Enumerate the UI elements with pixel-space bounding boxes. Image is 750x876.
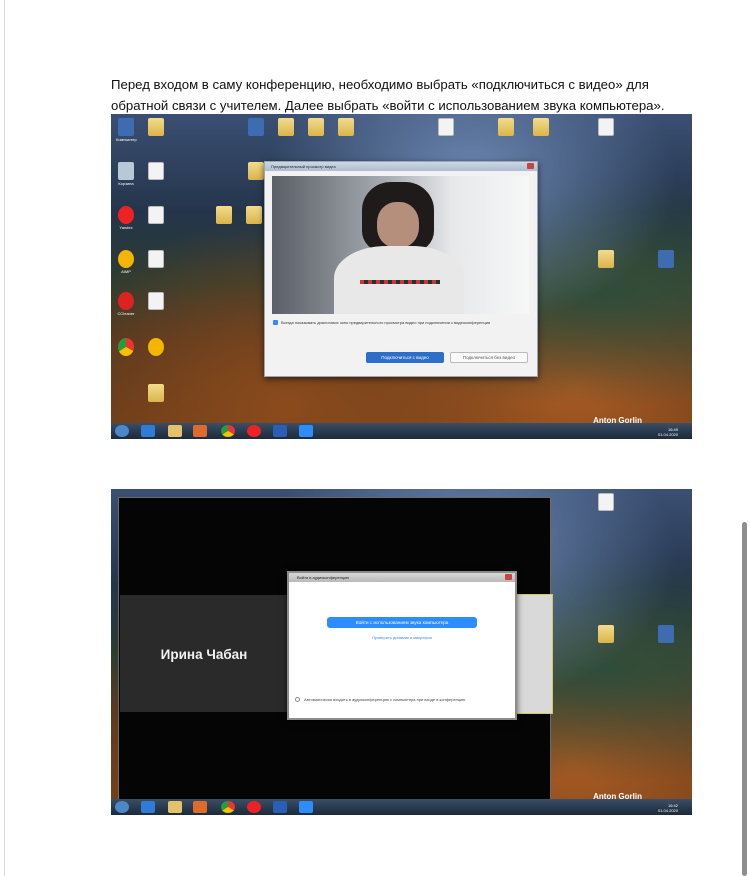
document-file-icon[interactable] [146, 250, 166, 268]
auto-join-audio-checkbox[interactable]: Автоматически входить в аудиоконференцию… [295, 697, 509, 702]
screenshot-audio-join: Ирина Чабан Войти в аудиоконференцию Вой… [111, 489, 692, 815]
folder-icon[interactable] [496, 118, 516, 136]
zoom-icon[interactable] [299, 801, 313, 813]
aimp-player-icon[interactable]: AIMP [116, 250, 136, 274]
ie-icon[interactable] [141, 801, 155, 813]
app-icon[interactable] [656, 625, 676, 643]
word-icon[interactable] [273, 425, 287, 437]
folder-icon[interactable] [306, 118, 326, 136]
start-button[interactable] [115, 801, 129, 813]
system-clock[interactable]: 16:42 01.04.2020 [658, 803, 678, 813]
video-preview-window: Предварительный просмотр видео Всегда по… [264, 161, 538, 377]
vertical-scrollbar-thumb[interactable] [742, 522, 747, 876]
screenshot-video-preview: Компьютер Корзина Yandex AIMP CCleaner П… [111, 114, 692, 439]
system-clock[interactable]: 16:49 01.04.2020 [658, 427, 678, 437]
participant-video-tile: Ирина Чабан [120, 595, 288, 712]
zoom-icon[interactable] [299, 425, 313, 437]
close-icon[interactable] [505, 574, 512, 580]
spreadsheet-file-icon[interactable] [436, 118, 456, 136]
folder-icon[interactable] [146, 118, 166, 136]
document-file-icon[interactable] [596, 250, 616, 268]
chrome-icon[interactable] [116, 338, 136, 356]
yandex-browser-icon[interactable]: Yandex [116, 206, 136, 230]
instruction-paragraph: Перед входом в саму конференцию, необход… [111, 77, 665, 114]
webcam-preview [272, 176, 529, 314]
folder-icon[interactable] [214, 206, 234, 224]
document-file-icon[interactable] [244, 206, 264, 224]
window-title: Предварительный просмотр видео [265, 162, 537, 171]
ccleaner-icon[interactable]: CCleaner [116, 292, 136, 316]
join-with-computer-audio-button[interactable]: Войти с использованием звука компьютера [327, 617, 477, 628]
media-player-icon[interactable] [193, 801, 207, 813]
windows-taskbar: 16:49 01.04.2020 [111, 423, 692, 439]
folder-icon[interactable] [276, 118, 296, 136]
start-button[interactable] [115, 425, 129, 437]
folder-icon[interactable] [531, 118, 551, 136]
image-file-icon[interactable] [146, 206, 166, 224]
test-speaker-mic-link[interactable]: Проверить динамик и микрофон [289, 635, 515, 640]
app-icon[interactable] [146, 338, 166, 356]
chrome-icon[interactable] [221, 801, 235, 813]
document-file-icon[interactable] [146, 384, 166, 402]
join-with-video-button[interactable]: Подключиться с видео [366, 352, 444, 363]
document-file-icon[interactable] [596, 625, 616, 643]
checkbox-unchecked-icon[interactable] [295, 697, 300, 702]
yandex-icon[interactable] [247, 425, 261, 437]
window-title: Войти в аудиоконференцию [289, 573, 515, 582]
spreadsheet-file-icon[interactable] [596, 118, 616, 136]
computer-icon[interactable]: Компьютер [116, 118, 137, 142]
recycle-bin-icon[interactable]: Корзина [116, 162, 136, 186]
close-icon[interactable] [527, 163, 534, 169]
media-player-icon[interactable] [193, 425, 207, 437]
app-icon[interactable] [246, 118, 266, 136]
explorer-icon[interactable] [168, 425, 182, 437]
image-file-icon[interactable] [146, 162, 166, 180]
always-show-preview-checkbox[interactable]: Всегда показывать диалоговое окно предва… [273, 320, 531, 325]
folder-icon[interactable] [336, 118, 356, 136]
windows-taskbar: 16:42 01.04.2020 [111, 799, 692, 815]
participant-name: Ирина Чабан [160, 647, 248, 662]
ie-icon[interactable] [141, 425, 155, 437]
join-without-video-button[interactable]: Подключиться без видео [450, 352, 528, 363]
yandex-icon[interactable] [247, 801, 261, 813]
document-file-icon[interactable] [146, 292, 166, 310]
join-audio-dialog: Войти в аудиоконференцию Войти с использ… [287, 571, 517, 720]
checkbox-checked-icon[interactable] [273, 320, 278, 325]
spreadsheet-file-icon[interactable] [596, 493, 616, 511]
page-left-border [4, 0, 5, 876]
folder-icon[interactable] [246, 162, 266, 180]
self-video-tile [516, 594, 553, 714]
explorer-icon[interactable] [168, 801, 182, 813]
word-icon[interactable] [273, 801, 287, 813]
chrome-icon[interactable] [221, 425, 235, 437]
app-icon[interactable] [656, 250, 676, 268]
